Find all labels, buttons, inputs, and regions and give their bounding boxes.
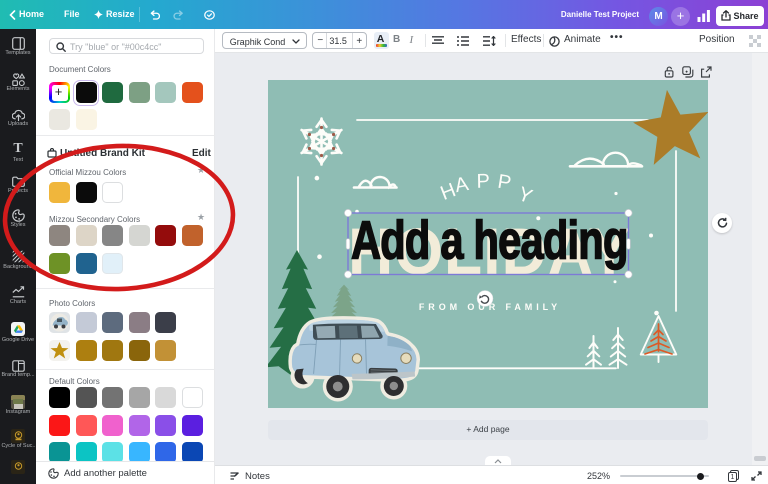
svg-text:Add a heading: Add a heading — [351, 212, 628, 271]
svg-text:P: P — [476, 170, 490, 192]
